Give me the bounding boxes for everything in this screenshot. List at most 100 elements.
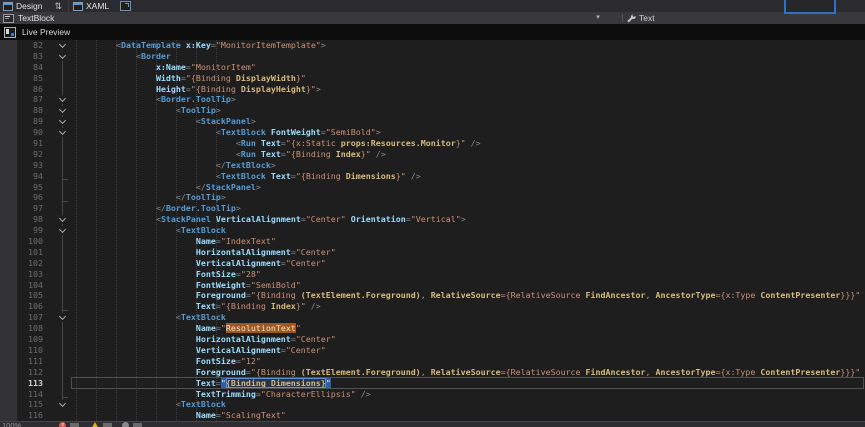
code-line[interactable]: 100 Name="IndexText" bbox=[0, 236, 865, 247]
code-editor[interactable]: 82 <DataTemplate x:Key="MonitorItemTempl… bbox=[0, 40, 865, 421]
line-number: 114 bbox=[0, 389, 43, 400]
warning-icon[interactable] bbox=[91, 422, 99, 427]
live-preview-bar[interactable]: Live Preview bbox=[0, 24, 865, 40]
code-line[interactable]: 103 FontSize="28" bbox=[0, 269, 865, 280]
breadcrumb-dropdown[interactable]: ▾ bbox=[591, 12, 605, 24]
code-line[interactable]: 91 <Run Text="{x:Static props:Resources.… bbox=[0, 138, 865, 149]
popout-icon[interactable] bbox=[120, 1, 131, 11]
code-line[interactable]: 84 x:Name="MonitorItem" bbox=[0, 62, 865, 73]
code-line[interactable]: 94 <TextBlock Text="{Binding Dimensions}… bbox=[0, 171, 865, 182]
fold-chevron-icon[interactable] bbox=[43, 116, 76, 127]
code-text: </StackPanel> bbox=[76, 182, 865, 193]
code-line[interactable]: 109 HorizontalAlignment="Center" bbox=[0, 334, 865, 345]
line-number: 83 bbox=[0, 51, 43, 62]
code-line[interactable]: 107 <TextBlock bbox=[0, 312, 865, 323]
code-text: </ToolTip> bbox=[76, 192, 865, 203]
fold-column bbox=[43, 334, 76, 345]
text-tool-label: Text bbox=[639, 13, 655, 23]
design-window-icon bbox=[3, 2, 13, 11]
code-line[interactable]: 96 </ToolTip> bbox=[0, 192, 865, 203]
fold-chevron-icon[interactable] bbox=[43, 127, 76, 138]
fold-chevron-icon[interactable] bbox=[43, 105, 76, 116]
code-line[interactable]: 83 <Border bbox=[0, 51, 865, 62]
code-line[interactable]: 86 Height="{Binding DisplayHeight}"> bbox=[0, 84, 865, 95]
code-text: VerticalAlignment="Center" bbox=[76, 258, 865, 269]
code-text: <TextBlock bbox=[76, 312, 865, 323]
line-number: 110 bbox=[0, 345, 43, 356]
code-text: <StackPanel VerticalAlignment="Center" O… bbox=[76, 214, 865, 225]
error-icon[interactable]: x bbox=[59, 422, 66, 427]
fold-region-end-tick bbox=[62, 310, 68, 311]
code-line[interactable]: 90 <TextBlock FontWeight="SemiBold"> bbox=[0, 127, 865, 138]
code-line[interactable]: 97 </Border.ToolTip> bbox=[0, 203, 865, 214]
code-line[interactable]: 111 FontSize="12" bbox=[0, 356, 865, 367]
wrench-icon bbox=[627, 14, 636, 23]
code-line[interactable]: 112 Foreground="{Binding (TextElement.Fo… bbox=[0, 367, 865, 378]
fold-column bbox=[43, 247, 76, 258]
code-text: Text="{Binding Dimensions}" bbox=[76, 378, 865, 389]
code-line[interactable]: 95 </StackPanel> bbox=[0, 182, 865, 193]
code-text: FontSize="28" bbox=[76, 269, 865, 280]
fold-column bbox=[43, 149, 76, 160]
line-number: 115 bbox=[0, 399, 43, 410]
code-text: Width="{Binding DisplayWidth}" bbox=[76, 73, 865, 84]
swap-arrows-icon: ⇅ bbox=[54, 1, 62, 11]
tab-design[interactable]: Design bbox=[0, 0, 48, 12]
fold-column bbox=[43, 269, 76, 280]
line-number: 84 bbox=[0, 62, 43, 73]
breadcrumb-bar: TextBlock ▾ Text bbox=[0, 12, 865, 24]
fold-chevron-icon[interactable] bbox=[43, 94, 76, 105]
code-line[interactable]: 99 <TextBlock bbox=[0, 225, 865, 236]
fold-chevron-icon[interactable] bbox=[43, 399, 76, 410]
fold-region-end-tick bbox=[62, 201, 68, 202]
code-line[interactable]: 87 <Border.ToolTip> bbox=[0, 94, 865, 105]
line-number: 93 bbox=[0, 160, 43, 171]
code-text: <StackPanel> bbox=[76, 116, 865, 127]
fold-column bbox=[43, 345, 76, 356]
fold-chevron-icon[interactable] bbox=[43, 312, 76, 323]
fold-chevron-icon[interactable] bbox=[43, 40, 76, 51]
live-preview-icon bbox=[4, 27, 16, 38]
code-line[interactable]: 108 Name="ResolutionText" bbox=[0, 323, 865, 334]
code-line[interactable]: 92 <Run Text="{Binding Index}" /> bbox=[0, 149, 865, 160]
xaml-tab-label: XAML bbox=[86, 1, 109, 11]
code-line[interactable]: 82 <DataTemplate x:Key="MonitorItemTempl… bbox=[0, 40, 865, 51]
code-line[interactable]: 105 Foreground="{Binding (TextElement.Fo… bbox=[0, 290, 865, 301]
code-line[interactable]: 114 TextTrimming="CharacterEllipsis" /> bbox=[0, 389, 865, 400]
text-tool-indicator[interactable]: Text bbox=[627, 12, 655, 24]
fold-region-end-tick bbox=[62, 179, 68, 180]
code-line[interactable]: 116 Name="ScalingText" bbox=[0, 410, 865, 421]
tab-xaml[interactable]: XAML bbox=[68, 0, 135, 12]
fold-chevron-icon[interactable] bbox=[43, 51, 76, 62]
zoom-level[interactable]: 100% bbox=[2, 422, 21, 427]
code-line[interactable]: 88 <ToolTip> bbox=[0, 105, 865, 116]
line-number: 85 bbox=[0, 73, 43, 84]
message-icon[interactable] bbox=[122, 422, 129, 427]
editor-status-bar: 100% x bbox=[0, 421, 865, 427]
code-line[interactable]: 106 Text="{Binding Index}" /> bbox=[0, 301, 865, 312]
swap-panes-button[interactable]: ⇅ bbox=[48, 1, 68, 11]
code-line[interactable]: 101 HorizontalAlignment="Center" bbox=[0, 247, 865, 258]
code-line[interactable]: 93 </TextBlock> bbox=[0, 160, 865, 171]
code-line[interactable]: 85 Width="{Binding DisplayWidth}" bbox=[0, 73, 865, 84]
code-line[interactable]: 89 <StackPanel> bbox=[0, 116, 865, 127]
line-number: 101 bbox=[0, 247, 43, 258]
code-line[interactable]: 102 VerticalAlignment="Center" bbox=[0, 258, 865, 269]
line-number: 92 bbox=[0, 149, 43, 160]
line-number: 106 bbox=[0, 301, 43, 312]
code-line[interactable]: 115 <TextBlock bbox=[0, 399, 865, 410]
fold-chevron-icon[interactable] bbox=[43, 225, 76, 236]
divider bbox=[622, 14, 623, 22]
line-number: 99 bbox=[0, 225, 43, 236]
code-line[interactable]: 113 Text="{Binding Dimensions}" bbox=[0, 378, 865, 389]
fold-column bbox=[43, 138, 76, 149]
line-number: 100 bbox=[0, 236, 43, 247]
code-line[interactable]: 98 <StackPanel VerticalAlignment="Center… bbox=[0, 214, 865, 225]
code-line[interactable]: 104 FontWeight="SemiBold" bbox=[0, 280, 865, 291]
fold-chevron-icon[interactable] bbox=[43, 214, 76, 225]
code-line[interactable]: 110 VerticalAlignment="Center" bbox=[0, 345, 865, 356]
breadcrumb-element[interactable]: TextBlock bbox=[3, 12, 54, 24]
code-text: Height="{Binding DisplayHeight}"> bbox=[76, 84, 865, 95]
code-text: FontSize="12" bbox=[76, 356, 865, 367]
fold-column bbox=[43, 323, 76, 334]
